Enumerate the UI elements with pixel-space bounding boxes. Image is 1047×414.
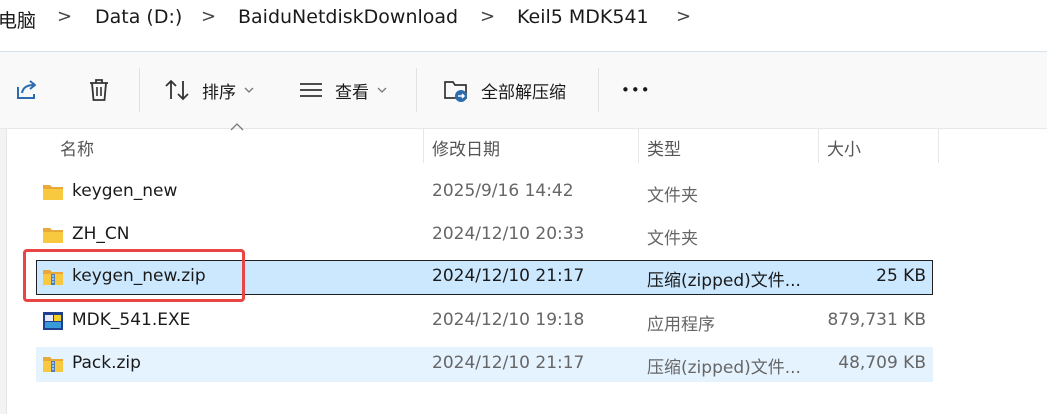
annotation-highlight-box (23, 249, 245, 302)
extract-all-button[interactable]: 全部解压缩 (443, 68, 566, 112)
file-date: 2025/9/16 14:42 (432, 181, 574, 201)
exe-icon (43, 312, 63, 330)
sort-icon (165, 79, 189, 101)
file-type: 文件夹 (647, 229, 698, 249)
delete-button[interactable] (87, 68, 111, 112)
breadcrumb-item-drive[interactable]: Data (D:) (95, 6, 182, 28)
share-button[interactable] (14, 68, 40, 112)
file-row[interactable]: ZH_CN 2024/12/10 20:33 文件夹 (36, 218, 933, 253)
list-view-icon (300, 83, 322, 97)
file-size: 48,709 KB (838, 353, 926, 373)
folder-icon (43, 185, 63, 200)
file-name: MDK_541.EXE (72, 310, 191, 330)
breadcrumb-separator[interactable]: > (57, 6, 72, 27)
file-date: 2024/12/10 19:18 (432, 310, 585, 330)
column-header-row: 名称 修改日期 类型 大小 (0, 123, 1047, 163)
extract-all-label: 全部解压缩 (481, 82, 566, 103)
column-divider[interactable] (938, 129, 939, 163)
folder-icon (43, 228, 63, 243)
sort-button[interactable]: 排序 (164, 68, 254, 112)
toolbar-divider (416, 68, 417, 112)
view-label: 查看 (335, 82, 369, 103)
share-icon (17, 80, 36, 99)
breadcrumb-item-folder[interactable]: BaiduNetdiskDownload (238, 6, 458, 28)
column-header-date[interactable]: 修改日期 (432, 135, 500, 160)
extract-folder-icon (444, 81, 467, 102)
zip-folder-icon (43, 357, 63, 372)
toolbar-divider (598, 68, 599, 112)
navigation-pane-edge (0, 129, 7, 414)
more-options-button[interactable]: ••• (621, 68, 651, 112)
column-divider[interactable] (818, 129, 819, 163)
file-type: 文件夹 (647, 186, 698, 206)
file-type: 应用程序 (647, 315, 715, 335)
file-row-hovered[interactable]: Pack.zip 2024/12/10 21:17 压缩(zipped)文件..… (36, 347, 933, 382)
sort-label: 排序 (202, 82, 236, 103)
breadcrumb-separator[interactable]: > (676, 6, 691, 27)
address-bar: 电脑 > Data (D:) > BaiduNetdiskDownload > … (0, 0, 1047, 50)
file-size: 25 KB (876, 266, 926, 286)
file-type: 压缩(zipped)文件... (647, 271, 801, 291)
file-name: ZH_CN (72, 224, 130, 244)
column-header-name[interactable]: 名称 (60, 135, 94, 160)
toolbar-divider (139, 68, 140, 112)
column-header-size[interactable]: 大小 (827, 135, 861, 160)
file-size: 879,731 KB (827, 310, 926, 330)
file-date: 2024/12/10 21:17 (432, 353, 585, 373)
chevron-down-icon (377, 87, 387, 93)
sort-ascending-icon (230, 123, 244, 131)
breadcrumb-item-pc[interactable]: 电脑 (0, 6, 36, 33)
file-row[interactable]: keygen_new 2025/9/16 14:42 文件夹 (36, 175, 933, 210)
file-date: 2024/12/10 20:33 (432, 224, 585, 244)
file-type: 压缩(zipped)文件... (647, 358, 801, 378)
file-row[interactable]: MDK_541.EXE 2024/12/10 19:18 应用程序 879,73… (36, 304, 933, 339)
breadcrumb-item-current[interactable]: Keil5 MDK541 (517, 6, 649, 28)
breadcrumb-separator[interactable]: > (480, 6, 495, 27)
chevron-down-icon (244, 87, 254, 93)
command-bar: 排序 查看 全部解压缩 ••• (0, 51, 1047, 129)
breadcrumb-separator[interactable]: > (201, 6, 216, 27)
column-divider[interactable] (638, 129, 639, 163)
trash-icon (90, 79, 108, 101)
column-header-type[interactable]: 类型 (647, 135, 681, 160)
view-button[interactable]: 查看 (299, 68, 387, 112)
file-name: Pack.zip (72, 353, 141, 373)
file-date: 2024/12/10 21:17 (432, 266, 585, 286)
file-name: keygen_new (72, 181, 178, 201)
more-icon: ••• (621, 81, 651, 99)
column-divider[interactable] (423, 129, 424, 163)
